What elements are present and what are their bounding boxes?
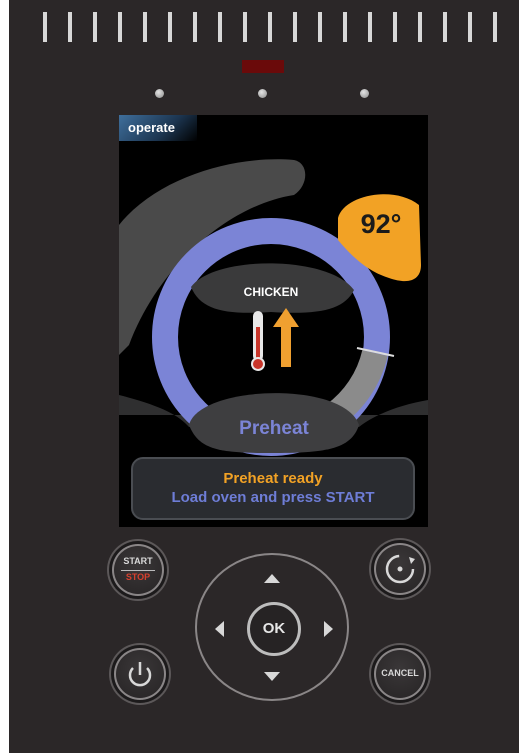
start-stop-button[interactable]: START STOP: [109, 541, 167, 599]
power-button[interactable]: [111, 645, 169, 703]
arrow-up-icon[interactable]: [264, 574, 280, 583]
oven-control-panel: CHICKEN 92° Preheat operate Preheat read…: [9, 0, 519, 753]
cycle-icon: [385, 554, 415, 584]
top-vent-grille: [43, 12, 497, 42]
arrow-right-icon[interactable]: [324, 621, 333, 637]
arrow-left-icon[interactable]: [215, 621, 224, 637]
stop-label: STOP: [125, 572, 151, 582]
up-arrow-icon: [273, 308, 299, 367]
start-stop-divider: [121, 570, 155, 571]
message-line-1: Preheat ready: [223, 470, 323, 487]
cancel-label: CANCEL: [381, 668, 419, 678]
navigation-dpad: OK: [195, 553, 349, 701]
power-icon: [128, 662, 152, 687]
start-label: START: [123, 556, 153, 566]
mode-label: operate: [119, 115, 197, 141]
thermometer-icon: [251, 311, 265, 371]
arrow-down-icon[interactable]: [264, 672, 280, 681]
indicator-row: [9, 52, 519, 102]
display-screen: CHICKEN 92° Preheat operate Preheat read…: [119, 115, 428, 527]
message-line-2: Load oven and press START: [171, 489, 375, 506]
ok-button[interactable]: OK: [247, 602, 301, 656]
message-box: Preheat ready Load oven and press START: [131, 457, 415, 520]
status-led: [242, 60, 284, 73]
indicator-led-left: [155, 89, 164, 98]
indicator-led-center: [258, 89, 267, 98]
phase-label: Preheat: [239, 418, 309, 439]
control-buttons: START STOP CANCEL OK: [109, 535, 439, 705]
indicator-led-right: [360, 89, 369, 98]
cycle-button[interactable]: [371, 540, 429, 598]
food-type-label: CHICKEN: [244, 285, 299, 299]
temperature-value: 92°: [361, 209, 402, 239]
cancel-button[interactable]: CANCEL: [371, 645, 429, 703]
